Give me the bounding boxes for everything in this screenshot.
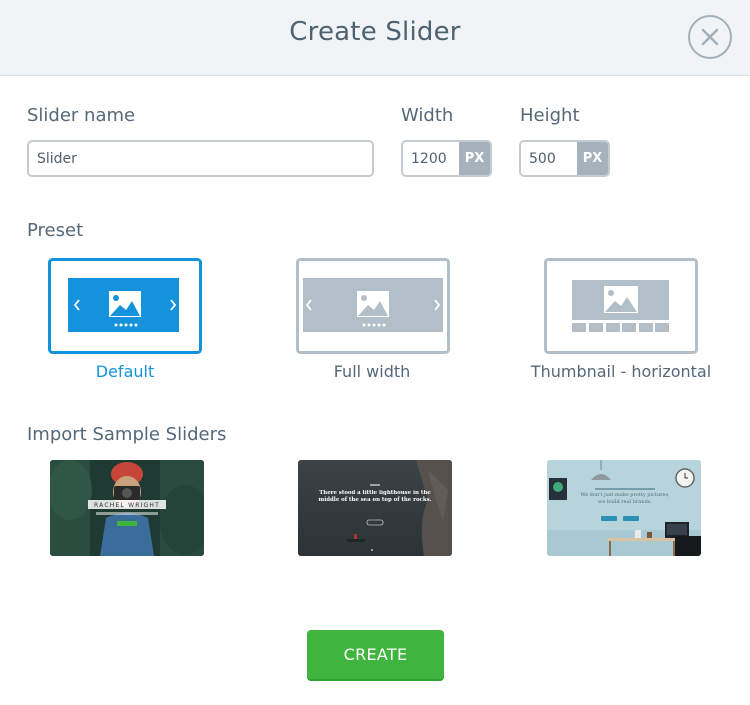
agency-overlay-text: We don't just make pretty pictures, we b… (580, 492, 670, 505)
slider-name-label: Slider name (27, 105, 136, 126)
height-label: Height (520, 105, 580, 126)
sample-slider-agency[interactable]: We don't just make pretty pictures, we b… (547, 460, 701, 556)
height-field[interactable]: PX (519, 140, 610, 177)
sample-slider-photographer[interactable]: RACHEL WRIGHT (50, 460, 204, 556)
preset-default-label[interactable]: Default (25, 362, 225, 381)
width-input[interactable] (403, 142, 461, 175)
dialog-header: Create Slider (0, 0, 750, 76)
close-button[interactable] (688, 15, 732, 59)
preset-full-width[interactable] (296, 258, 450, 354)
height-input[interactable] (521, 142, 579, 175)
height-unit: PX (577, 142, 608, 175)
width-label: Width (401, 105, 454, 126)
preset-section-label: Preset (27, 220, 84, 241)
preset-thumbnail-horizontal[interactable] (544, 258, 698, 354)
preset-full-width-label[interactable]: Full width (272, 362, 472, 381)
lighthouse-overlay-text: There stood a little lighthouse in the m… (318, 490, 432, 503)
full-width-slider-icon (296, 258, 450, 354)
preset-thumbnail-horizontal-label[interactable]: Thumbnail - horizontal (521, 362, 721, 381)
photographer-thumbnail-image: RACHEL WRIGHT (50, 460, 204, 556)
dialog-title: Create Slider (289, 17, 461, 47)
photographer-overlay-text: RACHEL WRIGHT (94, 502, 160, 509)
close-icon (701, 28, 719, 46)
lighthouse-thumbnail-image: There stood a little lighthouse in the m… (298, 460, 452, 556)
slider-name-input[interactable] (27, 140, 374, 177)
import-samples-label: Import Sample Sliders (27, 424, 227, 445)
preset-default[interactable] (48, 258, 202, 354)
sample-slider-lighthouse[interactable]: There stood a little lighthouse in the m… (298, 460, 452, 556)
slider-arrows-dots-icon (48, 258, 202, 354)
thumbnail-horizontal-slider-icon (544, 258, 698, 354)
width-unit: PX (459, 142, 490, 175)
create-button[interactable]: CREATE (307, 630, 444, 679)
agency-thumbnail-image: We don't just make pretty pictures, we b… (547, 460, 701, 556)
width-field[interactable]: PX (401, 140, 492, 177)
